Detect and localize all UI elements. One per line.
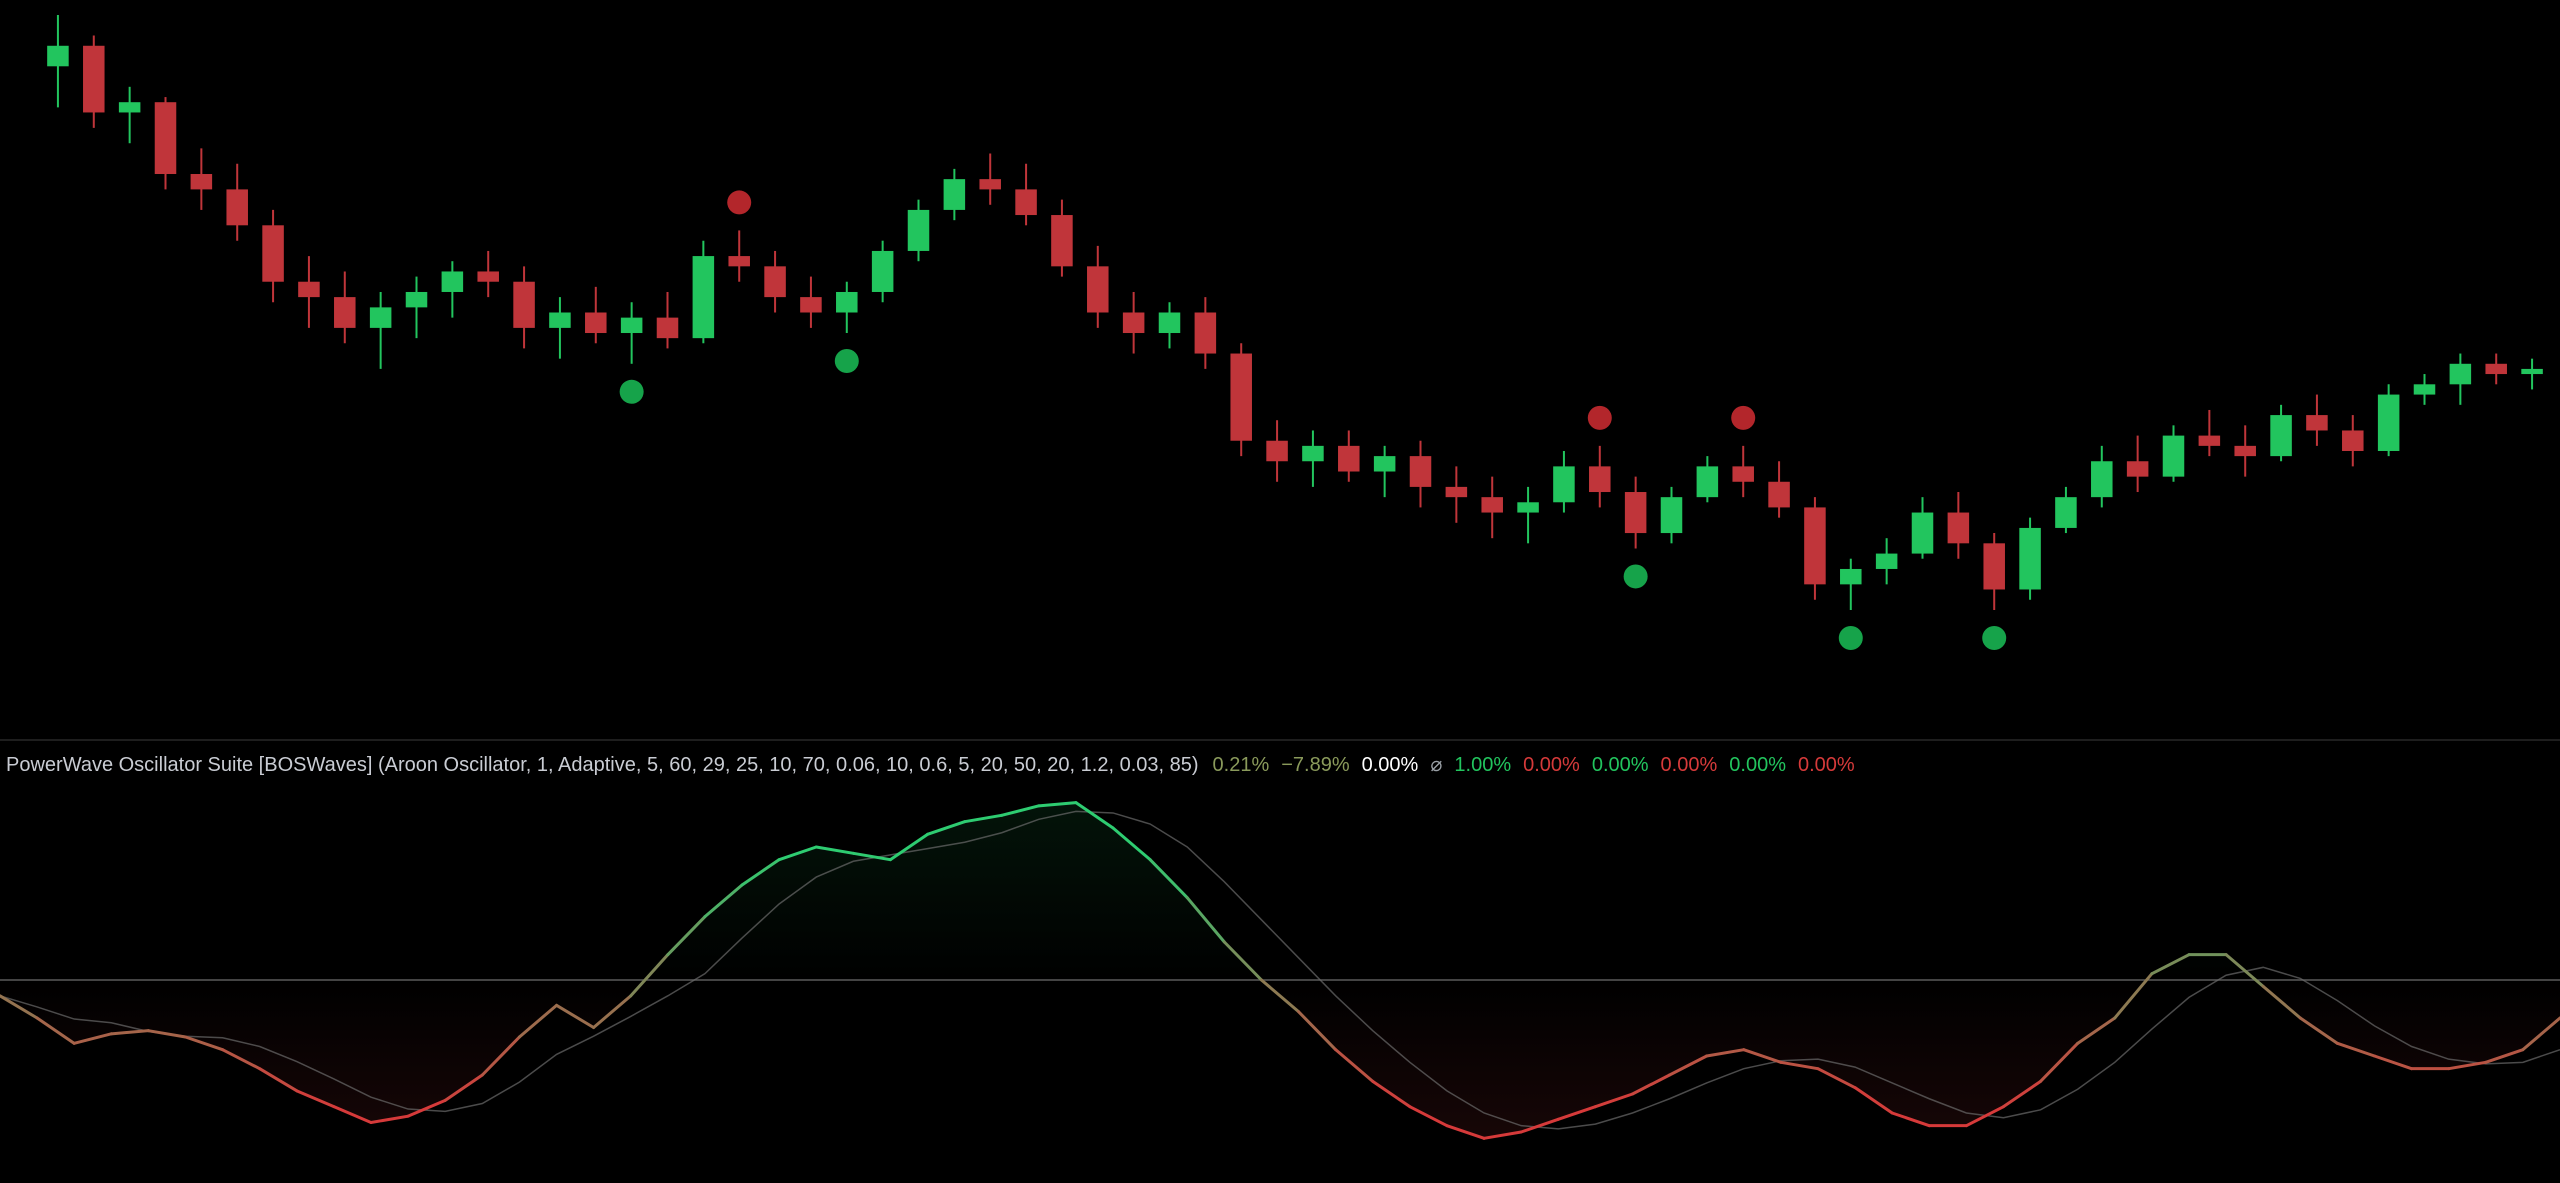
candle-body — [1373, 456, 1396, 472]
sell-signal-dot — [1731, 405, 1756, 430]
candle-body — [692, 256, 715, 339]
candle-body — [47, 45, 69, 67]
candle-body — [1517, 502, 1539, 513]
candle-body — [262, 225, 284, 282]
candle-body — [1589, 466, 1611, 493]
candle-body — [1194, 312, 1217, 354]
legend-value-4: 1.00% — [1454, 754, 1512, 776]
candle-body — [1445, 486, 1468, 498]
buy-signal-dot — [1838, 626, 1863, 650]
indicator-legend: PowerWave Oscillator Suite [BOSWaves] (A… — [6, 752, 1867, 777]
candle-body — [2377, 394, 2400, 451]
candle-body — [728, 256, 750, 267]
candle-body — [1732, 466, 1754, 482]
legend-value-5: 0.00% — [1523, 754, 1580, 776]
candle-body — [1230, 353, 1252, 441]
candle-body — [1553, 466, 1575, 503]
candle-body — [1338, 445, 1360, 472]
candle-body — [1660, 497, 1683, 534]
candle-body — [2413, 384, 2436, 395]
candle-body — [118, 102, 141, 113]
candle-body — [1266, 440, 1288, 462]
candle-body — [907, 209, 930, 251]
legend-value-9: 0.00% — [1797, 754, 1855, 776]
buy-signal-dot — [1982, 626, 2007, 650]
candle-body — [1051, 215, 1073, 267]
candle-body — [1911, 512, 1934, 554]
candle-body — [764, 266, 786, 298]
legend-value-2: −7.89% — [1281, 754, 1350, 776]
candle-body — [2234, 445, 2256, 457]
legend-value-6: 0.00% — [1591, 754, 1649, 776]
candle-body — [154, 102, 177, 175]
indicator-title[interactable]: PowerWave Oscillator Suite [BOSWaves] (A… — [6, 754, 1199, 777]
candle-body — [298, 281, 320, 298]
candle-body — [369, 307, 392, 328]
candle-body — [1768, 481, 1790, 508]
candle-body — [549, 312, 571, 328]
candle-body — [1875, 553, 1898, 569]
candle-body — [1840, 568, 1862, 585]
sell-signal-dot — [1587, 405, 1612, 430]
candle-body — [2019, 527, 2041, 590]
candle-body — [800, 297, 822, 313]
candle-body — [1624, 492, 1647, 534]
candle-body — [1409, 456, 1432, 487]
candle-body — [2126, 461, 2149, 477]
candle-body — [1947, 512, 1970, 544]
candle-body — [1302, 445, 1324, 462]
candle-body — [871, 250, 894, 292]
candle-body — [836, 291, 858, 313]
candle-body — [1087, 266, 1109, 313]
candle-body — [1158, 312, 1181, 334]
candle-body — [1983, 543, 2005, 590]
legend-value-8: 0.00% — [1729, 754, 1786, 776]
candle-body — [943, 179, 966, 210]
candle-body — [2055, 497, 2077, 528]
legend-value-3: 0.00% — [1361, 754, 1419, 776]
candle-body — [2521, 368, 2543, 375]
candle-body — [620, 317, 643, 334]
candle-body — [585, 312, 607, 334]
candle-body — [190, 174, 213, 190]
legend-diameter-icon: ⌀ — [1430, 754, 1443, 776]
buy-signal-dot — [619, 379, 644, 404]
candle-body — [656, 317, 679, 339]
sell-signal-dot — [727, 190, 752, 215]
candle-body — [2306, 415, 2328, 431]
legend-value-7: 0.00% — [1660, 754, 1718, 776]
candle-body — [405, 291, 428, 308]
candle-body — [477, 271, 499, 282]
candle-body — [1696, 466, 1719, 498]
candle-body — [2449, 363, 2472, 385]
candle-body — [334, 297, 356, 328]
candle-body — [441, 271, 464, 292]
candle-body — [2091, 461, 2113, 498]
buy-signal-dot — [834, 349, 859, 374]
legend-value-1: 0.21% — [1212, 754, 1270, 776]
candle-body — [513, 281, 535, 328]
candle-body — [2342, 430, 2364, 451]
candle-body — [2198, 435, 2221, 446]
candle-body — [1122, 312, 1145, 334]
buy-signal-dot — [1623, 564, 1648, 589]
candle-body — [2270, 415, 2292, 457]
candle-body — [226, 189, 248, 226]
chart-canvas — [0, 0, 2560, 1183]
candle-body — [1804, 507, 1826, 585]
candle-body — [1015, 189, 1037, 216]
candle-body — [979, 179, 1001, 190]
candle-body — [2162, 435, 2185, 477]
candle-body — [2485, 363, 2507, 375]
candle-body — [1481, 497, 1503, 513]
candle-body — [83, 45, 105, 113]
